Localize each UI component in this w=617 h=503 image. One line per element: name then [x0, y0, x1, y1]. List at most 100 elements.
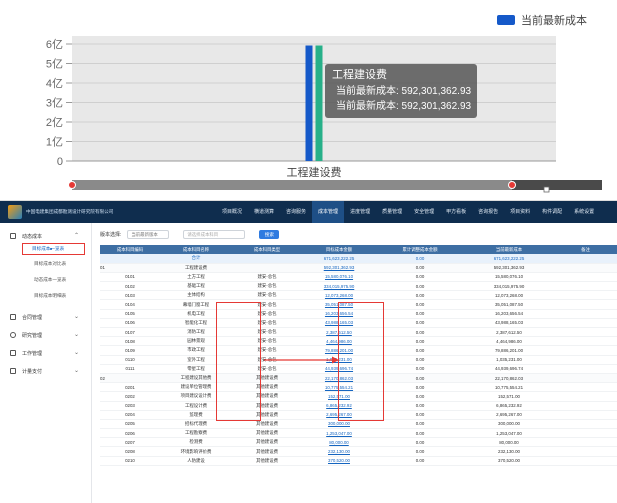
table-row[interactable]: 0202 项目建议设计费 其他建设费 152,571.00 0.00 152,571.00 — [100, 391, 617, 402]
cell-target[interactable]: 80,000.00 — [302, 437, 376, 448]
nav-item[interactable]: 横道测算 — [248, 201, 280, 223]
table-row[interactable]: 0206 工程勘察费 其他建设费 1,253,047.00 0.00 1,253,047.… — [100, 428, 617, 439]
nav-item[interactable]: 甲方看板 — [440, 201, 472, 223]
sidebar-item-target-cost-detail[interactable]: 目标成本明细表 — [0, 290, 91, 302]
tooltip-row-label: 当前最新成本: 592,301,362.93 — [336, 86, 472, 97]
cell-target[interactable]: 6,865,232.92 — [302, 401, 376, 411]
cell-remark — [554, 355, 617, 365]
table-row[interactable]: 0110 室外工程 建安-总包 1,035,231.00 0.00 1,035,231.0… — [100, 355, 617, 365]
chevron-down-icon: ⌄ — [73, 368, 79, 374]
column-header[interactable]: 备注 — [554, 245, 617, 254]
nav-item[interactable]: 项目资料 — [504, 201, 536, 223]
cell-target[interactable]: 232,130.00 — [302, 446, 376, 457]
zoom-slider-fill — [512, 180, 602, 190]
cell-target[interactable]: 2,387,612.50 — [302, 327, 376, 338]
table-row[interactable]: 合计 671,623,222.25 0.00 671,623,222.25 — [100, 254, 617, 264]
column-header[interactable]: 目标成本金额 — [302, 245, 376, 254]
sidebar-item-target-cost-compare[interactable]: 目标成本对比表 — [0, 258, 91, 270]
cell-name: 消防工程 — [160, 327, 232, 338]
cell-remark — [554, 456, 617, 466]
subject-select[interactable]: 请选择成本科目 — [183, 229, 246, 239]
cell-target[interactable]: 334,015,975.90 — [302, 281, 376, 292]
table-row[interactable]: 0207 检测费 其他建设费 80,000.00 0.00 80,000.00 — [100, 437, 617, 448]
table-row[interactable]: 02 工程建设其他费 其他建设费 22,170,862.03 0.00 22,170,86… — [100, 373, 617, 384]
sidebar-group-payment[interactable]: 计量支付 ⌄ — [0, 364, 91, 378]
cell-code: 0103 — [100, 290, 160, 301]
cell-type: 建安-总包 — [232, 345, 302, 356]
cell-target[interactable]: 152,571.00 — [302, 391, 376, 402]
table-row[interactable]: 0203 工程设计费 其他建设费 6,865,232.92 0.00 6,865,232.… — [100, 401, 617, 411]
cell-adj: 0.00 — [376, 299, 464, 310]
column-header[interactable]: 成本科目名称 — [160, 245, 232, 254]
cell-target[interactable]: 300,000.00 — [302, 419, 376, 430]
cell-target[interactable]: 2,695,267.00 — [302, 410, 376, 420]
screenshot-root: { "chart_data": { "type": "bar", "catego… — [0, 0, 617, 503]
table-row[interactable]: 0109 市政工程 建安-总包 79,886,201.00 0.00 79,886,201… — [100, 345, 617, 356]
version-select[interactable]: 当前最新版本 — [127, 229, 170, 239]
nav-item[interactable]: 进度管理 — [344, 201, 376, 223]
cell-target[interactable]: 1,253,047.00 — [302, 428, 376, 439]
cell-target[interactable]: 44,939,696.74 — [302, 364, 376, 374]
cell-name: 人防建设 — [160, 456, 232, 466]
cell-code: 0206 — [100, 428, 160, 439]
table-row[interactable]: 01 工程建设费 592,301,362.93 0.00 592,301,362.93 — [100, 263, 617, 273]
sidebar-group-label: 动态成本 — [22, 233, 43, 240]
cell-type: 其他建设费 — [232, 456, 302, 466]
cell-target[interactable]: 671,623,222.25 — [302, 254, 376, 264]
column-header[interactable]: 当前最新成本 — [464, 245, 554, 254]
table-row[interactable]: 0201 建设单位管理费 其他建设费 10,775,554.21 0.00 10,775,… — [100, 382, 617, 393]
y-tick-label: 2亿 — [46, 116, 63, 129]
table-row[interactable]: 0101 土方工程 建安-总包 15,580,076.10 0.00 15,580,076… — [100, 272, 617, 283]
table-row[interactable]: 0208 环境影响评价费 其他建设费 232,130.00 0.00 232,130.00 — [100, 446, 617, 457]
sidebar-group-contract[interactable]: 合同管理 ⌄ — [0, 310, 91, 324]
nav-item[interactable]: 咨询服务 — [280, 201, 312, 223]
table-row[interactable]: 0205 招标代理费 其他建设费 300,000.00 0.00 300,000.00 — [100, 419, 617, 430]
cell-target[interactable]: 370,520.00 — [302, 456, 376, 466]
column-header[interactable]: 成本科目编码 — [100, 245, 160, 254]
cell-remark — [554, 446, 617, 457]
cell-target[interactable]: 22,170,862.03 — [302, 373, 376, 384]
sidebar-item-dynamic-cost-list[interactable]: 动态成本一览表 — [0, 274, 91, 286]
cell-target[interactable]: 10,775,554.21 — [302, 382, 376, 393]
cell-target[interactable]: 16,203,656.54 — [302, 309, 376, 319]
search-button[interactable]: 搜索 — [259, 229, 280, 239]
cell-adj: 0.00 — [376, 290, 464, 301]
cell-target[interactable]: 592,301,362.93 — [302, 263, 376, 273]
nav-item[interactable]: 安全管理 — [408, 201, 440, 223]
cell-remark — [554, 299, 617, 310]
cell-target[interactable]: 12,073,268.00 — [302, 290, 376, 301]
cell-remark — [554, 401, 617, 411]
nav-item[interactable]: 成本管理 — [312, 201, 345, 223]
sidebar-group-dynamic-cost[interactable]: 动态成本 ⌃ — [0, 229, 91, 243]
nav-item[interactable]: 构件调配 — [536, 201, 568, 223]
nav-item[interactable]: 质量管理 — [376, 201, 408, 223]
sidebar-item-target-cost-list[interactable]: 目标成本一览表 — [22, 243, 85, 255]
cell-target[interactable]: 4,464,986.00 — [302, 336, 376, 347]
sidebar-group-research[interactable]: 研究管理 ⌄ — [0, 328, 91, 342]
table-row[interactable]: 0210 人防建设 其他建设费 370,520.00 0.00 370,520.00 — [100, 456, 617, 466]
table-row[interactable]: 0107 消防工程 建安-总包 2,387,612.50 0.00 2,387,612.5… — [100, 327, 617, 338]
table-row[interactable]: 0105 机电工程 建安-总包 16,203,656.54 0.00 16,203,656… — [100, 309, 617, 319]
cell-name: 幕墙门窗工程 — [160, 299, 232, 310]
cell-latest: 4,464,986.00 — [464, 336, 554, 347]
sidebar-group-work[interactable]: 工作管理 ⌄ — [0, 346, 91, 360]
column-header[interactable]: 成本科目类型 — [232, 245, 302, 254]
cell-remark — [554, 281, 617, 292]
nav-item[interactable]: 项目概况 — [216, 201, 248, 223]
table-row[interactable]: 0111 零星工程 建安-总包 44,939,696.74 0.00 44,939,696… — [100, 364, 617, 374]
cell-target[interactable]: 79,886,201.00 — [302, 345, 376, 356]
research-icon — [10, 332, 16, 338]
cell-target[interactable]: 15,580,076.10 — [302, 272, 376, 283]
cell-target[interactable]: 35,051,087.50 — [302, 299, 376, 310]
cell-target[interactable]: 43,988,165.03 — [302, 318, 376, 329]
table-row[interactable]: 0103 主体结构 建安-总包 12,073,268.00 0.00 12,073,268… — [100, 290, 617, 301]
table-row[interactable]: 0102 基础工程 建安-总包 334,015,975.90 0.00 334,015,9… — [100, 281, 617, 292]
table-row[interactable]: 0106 智能化工程 建安-总包 43,988,165.03 0.00 43,988,16… — [100, 318, 617, 329]
nav-item[interactable]: 咨询报告 — [472, 201, 504, 223]
table-row[interactable]: 0104 幕墙门窗工程 建安-总包 35,051,087.50 0.00 35,051,0… — [100, 299, 617, 310]
cell-code: 0210 — [100, 456, 160, 466]
table-row[interactable]: 0108 园林景观 建安-总包 4,464,986.00 0.00 4,464,986.0… — [100, 336, 617, 347]
nav-item[interactable]: 系统设置 — [568, 201, 600, 223]
table-row[interactable]: 0204 监理费 其他建设费 2,695,267.00 0.00 2,695,267.00 — [100, 410, 617, 420]
column-header[interactable]: 累计调整成本金额 — [376, 245, 464, 254]
